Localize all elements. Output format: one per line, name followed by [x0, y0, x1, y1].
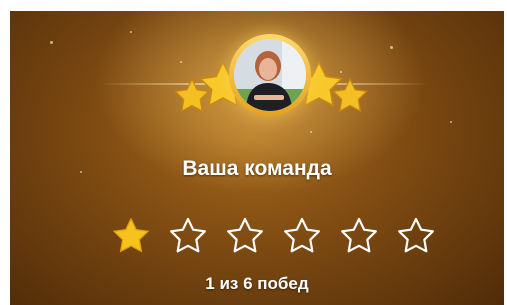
sparkle: [130, 31, 132, 33]
sparkle: [390, 46, 393, 49]
team-result-card: Ваша команда 1 из 6 побед: [10, 11, 504, 305]
star-empty-icon: [227, 217, 263, 253]
avatar-frame: [229, 34, 311, 116]
sparkle: [450, 121, 452, 123]
sparkle: [310, 131, 312, 133]
star-empty-icon: [170, 217, 206, 253]
sparkle: [50, 41, 53, 44]
star-empty-icon: [284, 217, 320, 253]
decorative-star-icon: [332, 77, 368, 113]
team-avatar: [234, 39, 306, 111]
sparkle: [180, 61, 182, 63]
star-empty-icon: [341, 217, 377, 253]
star-filled-icon: [112, 217, 150, 253]
team-photo-avatar-icon: [234, 39, 306, 111]
team-title: Ваша команда: [182, 157, 332, 180]
wins-caption: 1 из 6 побед: [205, 274, 309, 293]
star-empty-icon: [398, 217, 434, 253]
win-rating: [111, 216, 441, 256]
